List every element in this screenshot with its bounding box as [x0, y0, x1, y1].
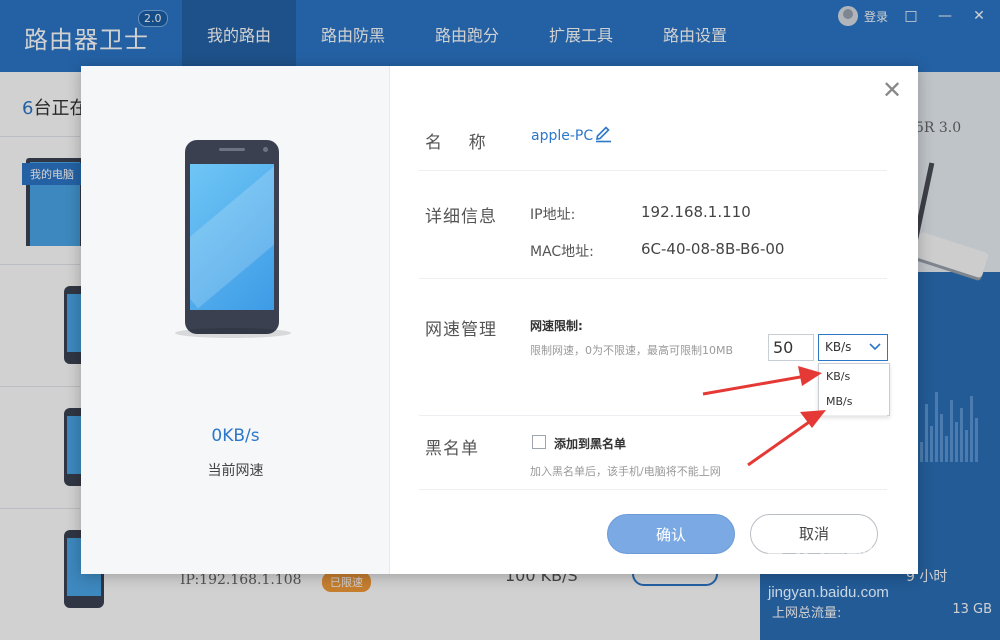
divider [419, 415, 887, 416]
speed-management-label: 网速管理 [425, 320, 497, 340]
ip-value: 192.168.1.110 [641, 203, 751, 221]
device-detail-dialog: 0KB/s 当前网速 ✕ 名 称 apple-PC 详细信息 IP地址: 192… [81, 66, 918, 574]
edit-icon[interactable] [594, 125, 612, 143]
unit-option-mbs[interactable]: MB/s [819, 389, 889, 414]
device-name[interactable]: apple-PC [531, 128, 593, 144]
current-speed-value: 0KB/s [211, 426, 260, 446]
details-label: 详细信息 [425, 207, 497, 227]
ip-label: IP地址: [530, 207, 576, 223]
blacklist-checkbox-label[interactable]: 添加到黑名单 [554, 435, 626, 452]
current-speed-label: 当前网速 [207, 463, 264, 479]
unit-select-value: KB/s [825, 340, 852, 354]
speed-limit-desc: 限制网速，0为不限速，最高可限制10MB [530, 344, 734, 357]
unit-dropdown: KB/s MB/s [818, 363, 890, 416]
baidu-watermark: Bai 经验 jingyan.baidu.com [766, 532, 996, 601]
mac-value: 6C-40-08-8B-B6-00 [641, 240, 785, 258]
confirm-button[interactable]: 确认 [607, 514, 735, 554]
name-label: 名 称 [425, 133, 487, 153]
speed-limit-input[interactable]: 50 [768, 334, 814, 361]
unit-select[interactable]: KB/s [818, 334, 888, 361]
unit-option-kbs[interactable]: KB/s [819, 364, 889, 389]
watermark-logo: Bai 经验 [766, 538, 874, 569]
divider [419, 278, 887, 279]
speed-limit-title: 网速限制: [530, 319, 583, 333]
blacklist-desc: 加入黑名单后，该手机/电脑将不能上网 [530, 465, 721, 478]
divider [419, 489, 887, 490]
blacklist-label: 黑名单 [425, 439, 479, 459]
phone-icon [185, 140, 279, 334]
divider [419, 170, 887, 171]
watermark-url: jingyan.baidu.com [768, 584, 889, 601]
device-preview-panel: 0KB/s 当前网速 [81, 66, 390, 574]
blacklist-checkbox[interactable] [532, 435, 546, 449]
chevron-down-icon [869, 343, 881, 351]
close-icon[interactable]: ✕ [880, 78, 904, 102]
mac-label: MAC地址: [530, 244, 594, 260]
